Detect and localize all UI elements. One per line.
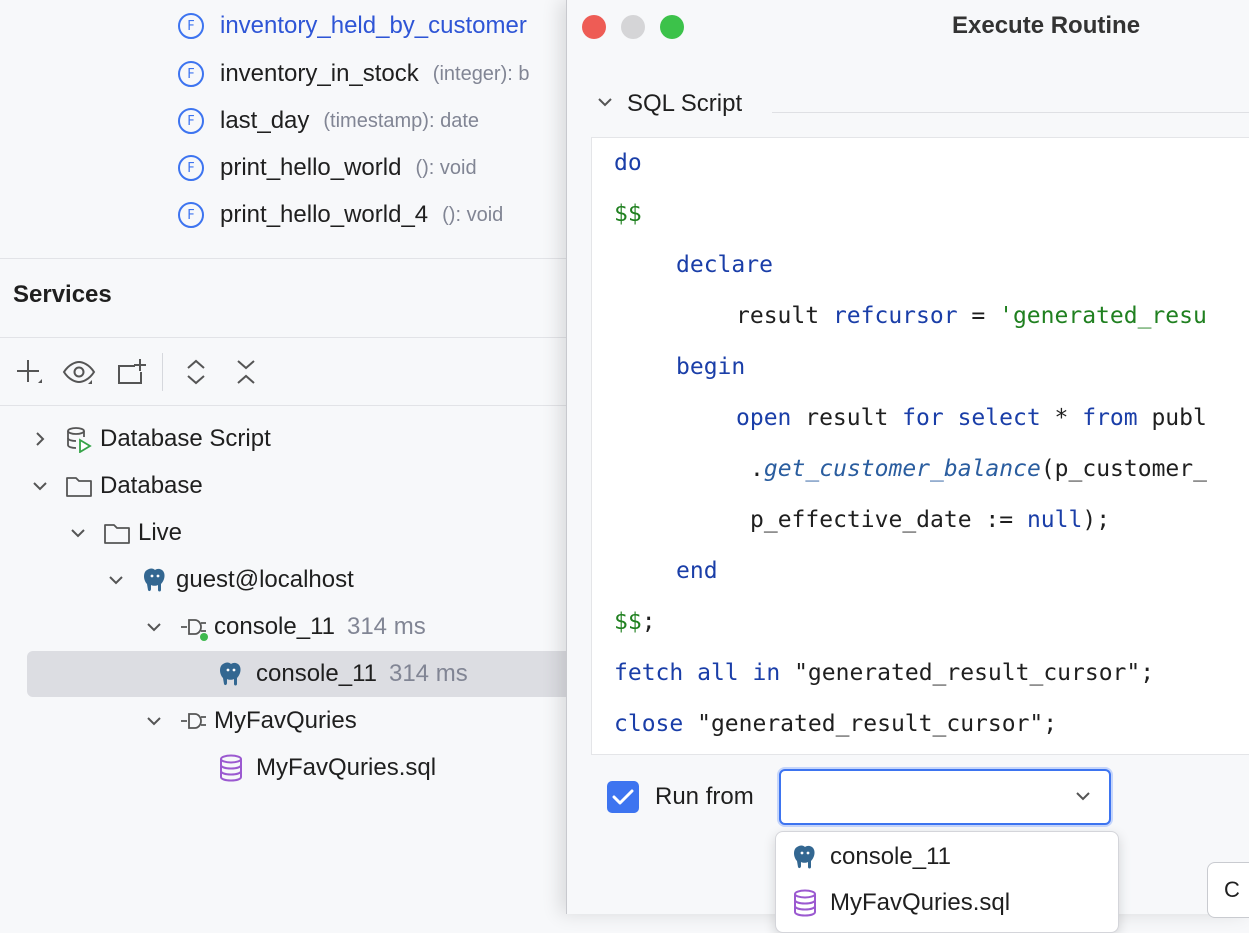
function-icon: F xyxy=(178,61,204,87)
chevron-down-icon xyxy=(1075,789,1091,807)
tree-item-myfavquries-session[interactable]: MyFavQuries xyxy=(144,698,357,744)
dialog-title: Execute Routine xyxy=(952,12,1141,39)
run-from-select[interactable] xyxy=(779,769,1111,825)
function-icon: F xyxy=(178,155,204,181)
routine-signature: (): void xyxy=(442,203,504,226)
chevron-down-icon[interactable] xyxy=(106,574,126,586)
routine-name: print_hello_world_4 xyxy=(220,201,429,228)
execution-time: 314 ms xyxy=(346,613,426,640)
tree-item-label: Database Script xyxy=(100,425,271,452)
tree-item-label: guest@localhost xyxy=(176,566,354,593)
sql-file-icon xyxy=(216,753,246,783)
postgresql-icon xyxy=(140,565,170,595)
run-from-checkbox[interactable] xyxy=(607,781,639,813)
database-script-icon xyxy=(64,424,94,454)
chevron-down-icon[interactable] xyxy=(30,480,50,492)
code-line: declare xyxy=(676,252,773,278)
dialog-action-label: C xyxy=(1224,877,1240,902)
tree-item-myfavquries-sql[interactable]: MyFavQuries.sql xyxy=(216,745,436,791)
code-line: do xyxy=(614,150,642,176)
tree-item-live[interactable]: Live xyxy=(68,510,182,556)
code-line: result refcursor = 'generated_resu xyxy=(736,303,1207,329)
function-icon: F xyxy=(178,13,204,39)
routine-item[interactable]: F inventory_held_by_customer xyxy=(178,6,541,46)
minimize-window-button[interactable] xyxy=(621,15,645,39)
code-line: fetch all in "generated_result_cursor"; xyxy=(614,660,1155,686)
chevron-down-icon[interactable] xyxy=(68,527,88,539)
services-title: Services xyxy=(13,281,112,308)
add-icon[interactable] xyxy=(12,355,46,389)
dropdown-option-label: console_11 xyxy=(830,843,951,870)
execution-time: 314 ms xyxy=(388,660,468,687)
routine-item[interactable]: F inventory_in_stock (integer): b xyxy=(178,54,530,94)
tree-item-label: Live xyxy=(138,519,183,546)
session-icon xyxy=(178,706,208,736)
ide-left-pane: F inventory_held_by_customer F inventory… xyxy=(0,0,600,914)
code-line: end xyxy=(676,558,718,584)
code-line: close "generated_result_cursor"; xyxy=(614,711,1058,737)
code-line: .get_customer_balance(p_customer_ xyxy=(750,456,1207,482)
chevron-down-icon[interactable] xyxy=(144,715,164,727)
chevron-right-icon[interactable] xyxy=(30,431,50,447)
routine-item[interactable]: F print_hello_world_4 (): void xyxy=(178,195,503,235)
dialog-action-button[interactable]: C xyxy=(1207,862,1249,918)
postgresql-icon xyxy=(216,659,246,689)
tree-item-label: MyFavQuries.sql xyxy=(256,754,437,781)
run-from-label: Run from xyxy=(655,783,754,810)
routine-signature: (): void xyxy=(415,156,477,179)
run-from-dropdown: console_11 MyFavQuries.sql xyxy=(775,831,1119,933)
checkmark-icon xyxy=(612,789,634,805)
close-window-button[interactable] xyxy=(582,15,606,39)
code-line: begin xyxy=(676,354,746,380)
routine-name: last_day xyxy=(220,107,310,134)
tree-item-label: console_11 xyxy=(214,613,335,640)
tree-item-console-session[interactable]: console_11 314 ms xyxy=(144,604,426,650)
dropdown-option-label: MyFavQuries.sql xyxy=(830,889,1011,916)
tree-item-guest-localhost[interactable]: guest@localhost xyxy=(106,557,354,603)
session-icon xyxy=(178,612,208,642)
execute-routine-dialog: Execute Routine SQL Script do $$ declare… xyxy=(566,0,1249,933)
routine-item[interactable]: F last_day (timestamp): date xyxy=(178,101,479,141)
section-title: SQL Script xyxy=(627,90,743,117)
services-panel-header: Services xyxy=(0,258,600,338)
code-line: $$; xyxy=(614,609,656,635)
sql-script-section-toggle[interactable]: SQL Script xyxy=(597,90,742,118)
tree-item-console[interactable]: console_11 314 ms xyxy=(216,651,468,697)
routine-signature: (timestamp): date xyxy=(323,109,479,132)
folder-icon xyxy=(102,518,132,548)
tree-item-label: console_11 xyxy=(256,660,377,687)
code-line: p_effective_date := null); xyxy=(750,507,1111,533)
function-icon: F xyxy=(178,202,204,228)
eye-icon[interactable] xyxy=(62,355,96,389)
services-toolbar xyxy=(0,337,600,406)
routine-name: inventory_in_stock xyxy=(220,60,419,87)
routine-name: print_hello_world xyxy=(220,154,402,181)
new-tab-icon[interactable] xyxy=(114,355,148,389)
collapse-all-icon[interactable] xyxy=(229,355,263,389)
code-line: open result for select * from publ xyxy=(736,405,1207,431)
function-icon: F xyxy=(178,108,204,134)
toolbar-separator xyxy=(162,353,163,391)
expand-all-icon[interactable] xyxy=(179,355,213,389)
sql-editor[interactable]: do $$ declare result refcursor = 'genera… xyxy=(591,137,1249,755)
dropdown-option-console[interactable]: console_11 xyxy=(790,837,951,877)
chevron-down-icon[interactable] xyxy=(144,621,164,633)
code-line: $$ xyxy=(614,201,642,227)
tree-item-label: MyFavQuries xyxy=(214,707,357,734)
routine-item[interactable]: F print_hello_world (): void xyxy=(178,148,477,188)
zoom-window-button[interactable] xyxy=(660,15,684,39)
folder-icon xyxy=(64,471,94,501)
tree-item-label: Database xyxy=(100,472,203,499)
section-divider xyxy=(772,112,1249,113)
chevron-down-icon xyxy=(597,95,613,113)
postgresql-icon xyxy=(790,842,820,872)
routine-signature: (integer): b xyxy=(432,62,530,85)
routine-name: inventory_held_by_customer xyxy=(220,12,527,39)
tree-item-database[interactable]: Database xyxy=(30,463,203,509)
dropdown-option-myfavquries[interactable]: MyFavQuries.sql xyxy=(790,883,1010,923)
tree-item-database-script[interactable]: Database Script xyxy=(30,416,271,462)
